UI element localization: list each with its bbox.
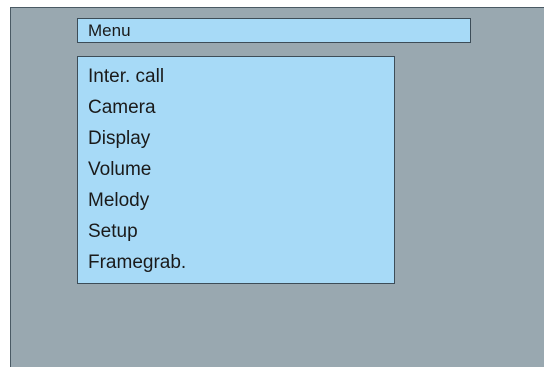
menu-item-display[interactable]: Display — [78, 123, 394, 154]
menu-list: Inter. call Camera Display Volume Melody… — [77, 56, 395, 284]
menu-item-melody[interactable]: Melody — [78, 185, 394, 216]
menu-title: Menu — [88, 20, 131, 40]
menu-item-setup[interactable]: Setup — [78, 216, 394, 247]
menu-item-camera[interactable]: Camera — [78, 92, 394, 123]
menu-item-framegrab[interactable]: Framegrab. — [78, 247, 394, 278]
device-screen: Menu Inter. call Camera Display Volume M… — [10, 7, 544, 367]
menu-item-volume[interactable]: Volume — [78, 154, 394, 185]
menu-item-inter-call[interactable]: Inter. call — [78, 61, 394, 92]
menu-title-bar: Menu — [77, 18, 471, 43]
